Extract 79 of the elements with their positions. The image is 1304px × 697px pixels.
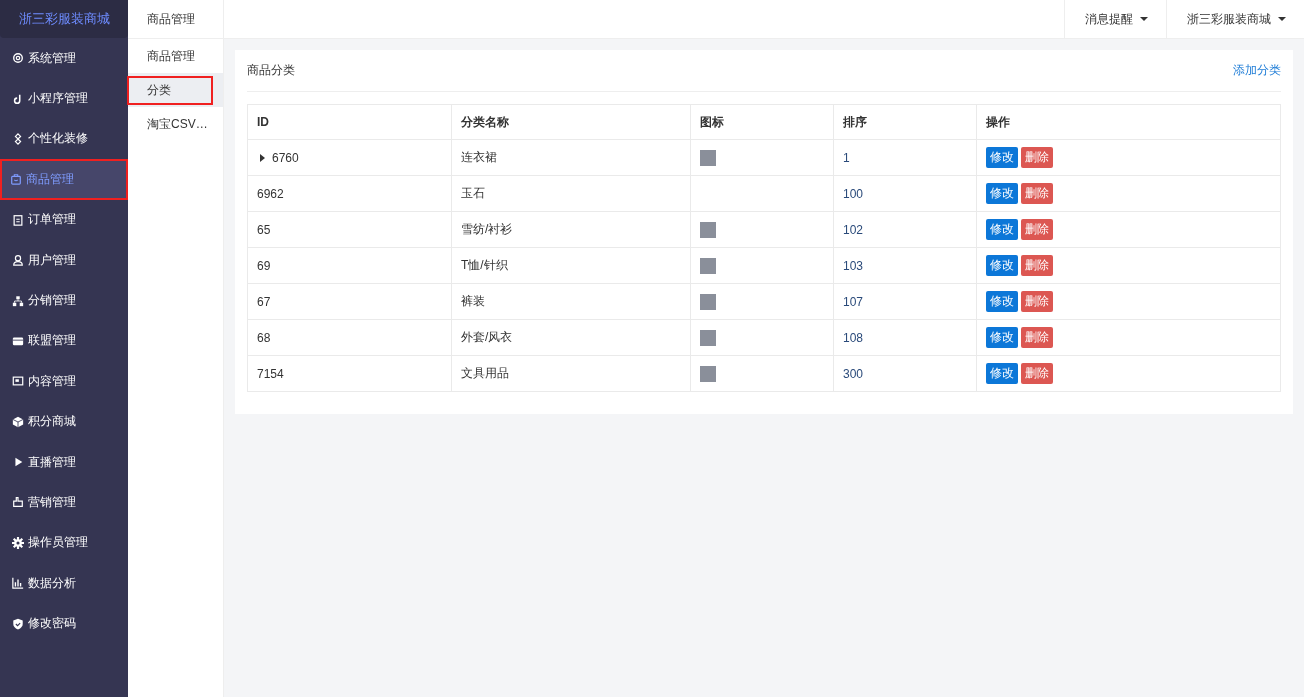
sidebar-item[interactable]: 分销管理 (0, 280, 128, 321)
table-cell: 100 (833, 175, 977, 212)
cube-icon (12, 415, 24, 428)
sidebar-item[interactable]: 商品管理 (0, 159, 128, 200)
edit-button[interactable]: 修改 (986, 327, 1018, 348)
bag-icon (10, 173, 22, 186)
table-cell: 7154 (247, 355, 452, 392)
sidebar-item[interactable]: 积分商城 (0, 401, 128, 442)
edit-button[interactable]: 修改 (986, 291, 1018, 312)
edit-button[interactable]: 修改 (986, 219, 1018, 240)
dropdown-menu[interactable]: 消息提醒 (1064, 0, 1166, 38)
table-cell: 6962 (247, 175, 452, 212)
sidebar-item[interactable]: 内容管理 (0, 361, 128, 402)
submenu-title: 商品管理 (147, 10, 195, 28)
table-cell: 107 (833, 283, 977, 320)
table-cell: 玉石 (451, 175, 691, 212)
shield-icon (12, 617, 24, 630)
column-header: ID (247, 104, 452, 140)
add-category-link[interactable]: 添加分类 (1233, 62, 1281, 79)
column-header: 分类名称 (451, 104, 691, 140)
delete-button[interactable]: 删除 (1021, 363, 1053, 384)
table-cell: 69 (247, 247, 452, 284)
sidebar-item[interactable]: 营销管理 (0, 482, 128, 523)
delete-button[interactable]: 删除 (1021, 183, 1053, 204)
sidebar-item[interactable]: 直播管理 (0, 441, 128, 483)
table-cell: 103 (833, 247, 977, 284)
clipboard-icon (12, 213, 24, 226)
brand-title: 浙三彩服装商城 (0, 0, 128, 38)
table-cell: T恤/针织 (451, 247, 691, 284)
table-cell: 6760 (247, 139, 452, 176)
edit-button[interactable]: 修改 (986, 363, 1018, 384)
bar-chart-icon (12, 577, 24, 590)
delete-button[interactable]: 删除 (1021, 219, 1053, 240)
sidebar-item[interactable]: 订单管理 (0, 199, 128, 240)
delete-button[interactable]: 删除 (1021, 291, 1053, 312)
table-cell: 雪纺/衬衫 (451, 211, 691, 248)
table-cell: 67 (247, 283, 452, 320)
play-icon (12, 456, 24, 469)
table-cell: 连衣裙 (451, 139, 691, 176)
caret-icon (1140, 17, 1148, 21)
panel-icon (12, 375, 24, 388)
sidebar-item[interactable]: 用户管理 (0, 239, 128, 281)
delete-button[interactable]: 删除 (1021, 327, 1053, 348)
card-title: 商品分类 (247, 62, 295, 79)
delete-button[interactable]: 删除 (1021, 147, 1053, 168)
column-header: 操作 (976, 104, 1281, 140)
user-icon (12, 254, 24, 267)
edit-button[interactable]: 修改 (986, 183, 1018, 204)
table-cell: 300 (833, 355, 977, 392)
edit-button[interactable]: 修改 (986, 147, 1018, 168)
gear-icon (12, 52, 24, 65)
delete-button[interactable]: 删除 (1021, 255, 1053, 276)
table-cell: 65 (247, 211, 452, 248)
submenu-item[interactable]: 淘宝CSV… (128, 107, 223, 141)
submenu-item[interactable]: 商品管理 (128, 39, 223, 73)
column-header: 排序 (833, 104, 977, 140)
caret-icon (1278, 17, 1286, 21)
sidebar-item[interactable]: 操作员管理 (0, 522, 128, 564)
sidebar-item[interactable]: 数据分析 (0, 563, 128, 604)
column-header: 图标 (690, 104, 834, 140)
settings-icon (12, 536, 24, 549)
sidebar-item[interactable]: 系统管理 (0, 38, 128, 79)
submenu-item[interactable]: 分类 (128, 73, 223, 107)
expand-arrow-icon[interactable] (260, 153, 265, 162)
diamond-icon (12, 132, 24, 145)
table-cell: 1 (833, 139, 977, 176)
table-cell: 108 (833, 319, 977, 356)
sidebar-item[interactable]: 修改密码 (0, 603, 128, 644)
edit-button[interactable]: 修改 (986, 255, 1018, 276)
sidebar-item[interactable]: 个性化装修 (0, 118, 128, 160)
dropdown-menu[interactable]: 浙三彩服装商城 (1166, 0, 1304, 38)
sidebar-item[interactable]: 联盟管理 (0, 320, 128, 362)
sidebar-item[interactable]: 小程序管理 (0, 78, 128, 119)
table-cell: 外套/风衣 (451, 319, 691, 356)
table-cell: 102 (833, 211, 977, 248)
table-cell: 文具用品 (451, 355, 691, 392)
table-cell: 68 (247, 319, 452, 356)
table-cell: 裤装 (451, 283, 691, 320)
hierarchy-icon (12, 294, 24, 307)
